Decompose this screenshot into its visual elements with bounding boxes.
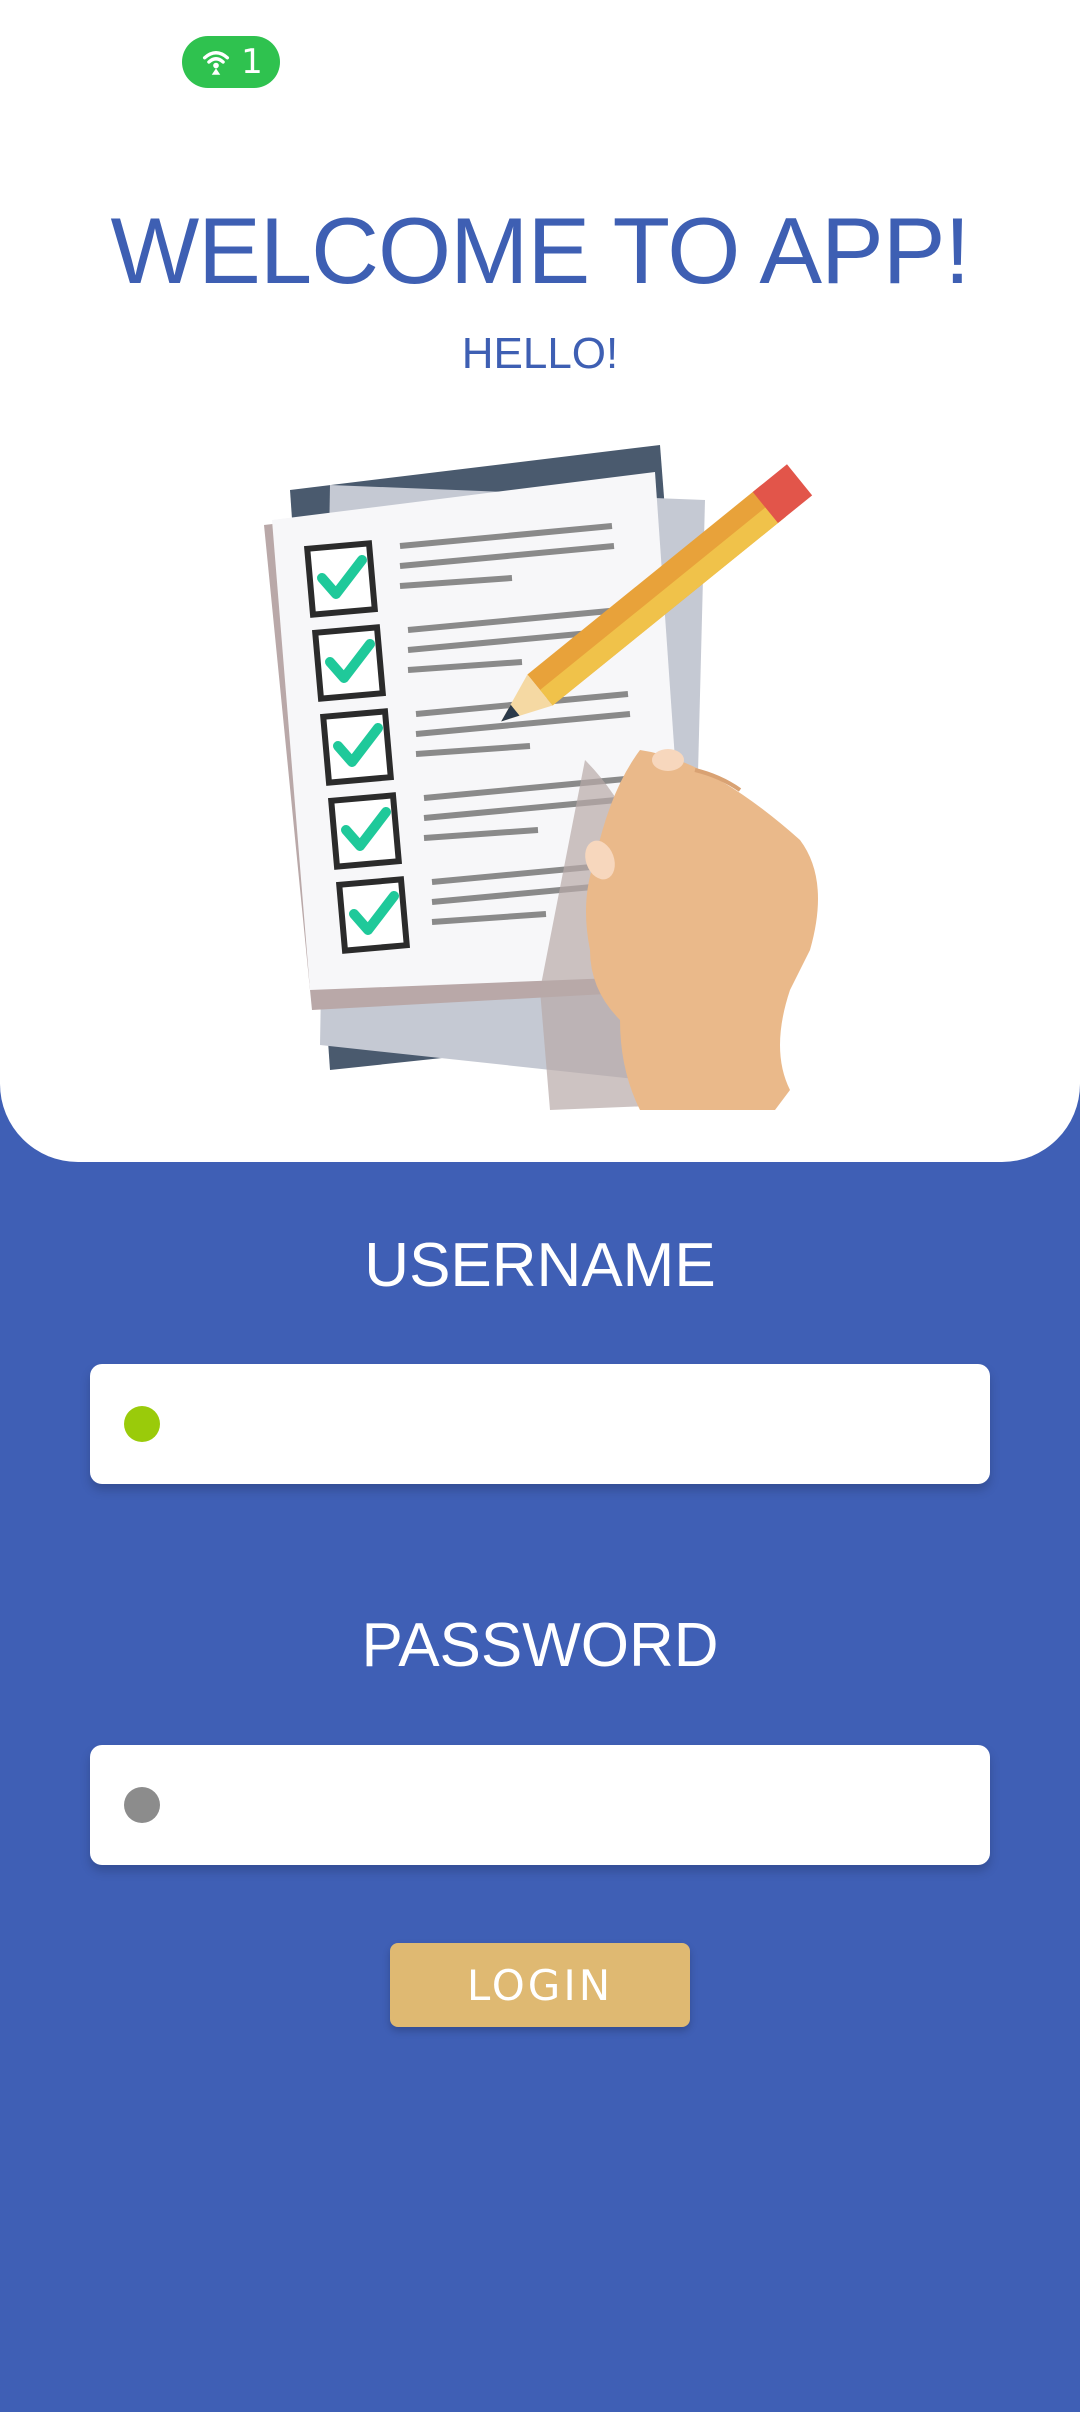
hotspot-icon: [203, 51, 230, 75]
page-subtitle: HELLO!: [461, 329, 619, 378]
password-label: PASSWORD: [361, 1611, 719, 1680]
page-title: WELCOME TO APP!: [110, 198, 970, 303]
username-label: USERNAME: [364, 1231, 716, 1300]
username-input[interactable]: [186, 1364, 970, 1486]
login-screen: 1 WELCOME TO APP! HELLO! USERNAME PASSWO…: [0, 0, 1080, 2412]
username-status-dot: [124, 1406, 160, 1442]
header-panel: 1 WELCOME TO APP! HELLO!: [0, 0, 1080, 1162]
hotspot-count: 1: [241, 42, 263, 82]
password-field[interactable]: [90, 1745, 990, 1867]
password-status-dot: [124, 1787, 160, 1823]
hotspot-status-pill[interactable]: 1: [182, 36, 280, 88]
login-button[interactable]: LOGIN: [390, 1943, 690, 2027]
username-field[interactable]: [90, 1364, 990, 1486]
password-input[interactable]: [186, 1745, 970, 1867]
checklist-with-pencil-illustration: [264, 445, 818, 1110]
